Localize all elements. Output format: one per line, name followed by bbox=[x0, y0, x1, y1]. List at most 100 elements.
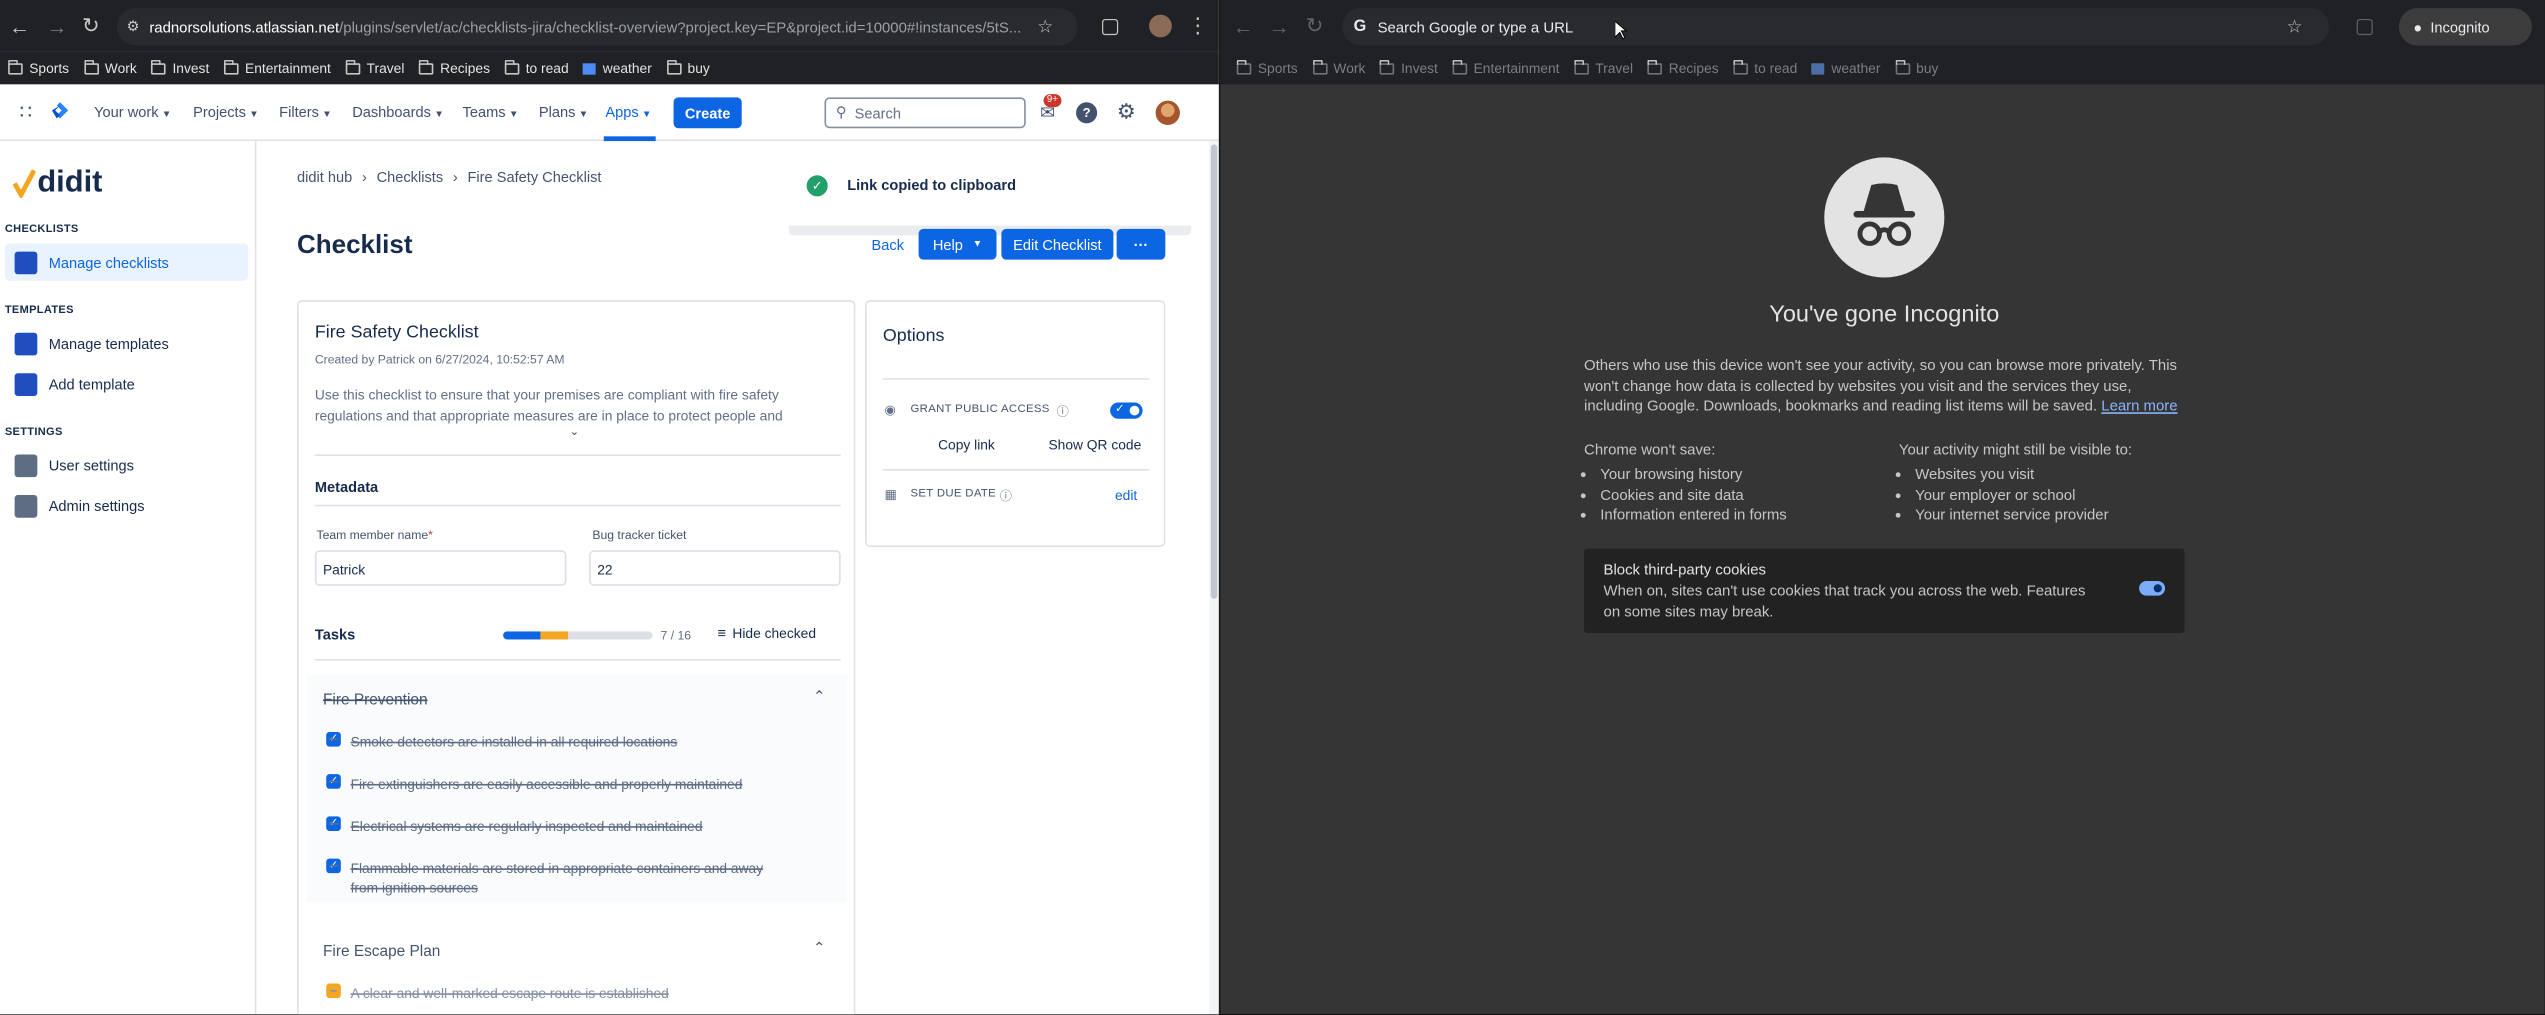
bookmark-invest[interactable]: Invest bbox=[151, 59, 209, 76]
divider bbox=[882, 378, 1150, 380]
address-bar[interactable]: ⚙ radnorsolutions.atlassian.net/plugins/… bbox=[116, 8, 1078, 46]
info-icon[interactable]: ⓘ bbox=[1000, 487, 1012, 505]
site-info-icon[interactable]: ⚙ bbox=[117, 18, 149, 36]
group-title-fire-escape-plan[interactable]: Fire Escape Plan bbox=[323, 943, 440, 961]
bookmark-recipes[interactable]: Recipes bbox=[1647, 59, 1719, 76]
learn-more-link[interactable]: Learn more bbox=[2101, 398, 2177, 414]
bookmark-entertainment[interactable]: Entertainment bbox=[223, 59, 331, 76]
bookmark-work[interactable]: Work bbox=[1312, 59, 1365, 76]
group-title-fire-prevention[interactable]: Fire Prevention bbox=[323, 691, 428, 709]
right-bookmarks-bar: Sports Work Invest Entertainment Travel … bbox=[1220, 51, 2545, 85]
bookmark-sports[interactable]: Sports bbox=[8, 59, 69, 76]
task-item[interactable]: ✓ Electrical systems are regularly inspec… bbox=[326, 816, 789, 835]
bookmark-travel[interactable]: Travel bbox=[1574, 59, 1633, 76]
filter-icon: ≡ bbox=[717, 624, 726, 642]
nav-dashboards[interactable]: Dashboards ▼ bbox=[352, 104, 444, 120]
task-item[interactable]: – A clear and well-marked escape route is… bbox=[326, 983, 789, 1003]
checkbox-checked-icon[interactable]: ✓ bbox=[326, 774, 341, 789]
show-qr-code-button[interactable]: Show QR code bbox=[1048, 437, 1141, 453]
bookmark-sports[interactable]: Sports bbox=[1236, 59, 1298, 76]
edit-checklist-button[interactable]: Edit Checklist bbox=[1001, 228, 1114, 260]
wont-save-heading: Chrome won't save: bbox=[1584, 441, 1716, 458]
extensions-icon[interactable]: ▢ bbox=[1096, 11, 1125, 40]
sidebar-item-manage-checklists[interactable]: Manage checklists bbox=[4, 243, 249, 281]
checkbox-checked-icon[interactable]: ✓ bbox=[326, 858, 341, 874]
task-item[interactable]: ✓ Fire extinguishers are easily accessibl… bbox=[326, 774, 789, 793]
help-icon[interactable]: ? bbox=[1076, 102, 1098, 124]
create-button[interactable]: Create bbox=[673, 97, 742, 129]
bookmark-weather[interactable]: weather bbox=[583, 60, 652, 76]
copy-link-button[interactable]: Copy link bbox=[938, 437, 995, 453]
jira-top-nav: ∷ Your work ▼ Projects ▼ Filters ▼ Dashboar… bbox=[0, 84, 1219, 142]
app-switcher-icon[interactable]: ∷ bbox=[16, 101, 35, 124]
add-template-icon bbox=[14, 372, 38, 396]
scrollbar-thumb[interactable] bbox=[1210, 144, 1218, 599]
menu-kebab-icon[interactable]: ⋮ bbox=[1183, 11, 1212, 40]
forward-icon[interactable]: → bbox=[42, 11, 71, 40]
help-button[interactable]: Help ▼ bbox=[918, 228, 997, 260]
nav-filters[interactable]: Filters ▼ bbox=[279, 104, 332, 120]
forward-icon[interactable]: → bbox=[1264, 11, 1293, 40]
bookmark-to-read[interactable]: to read bbox=[504, 59, 569, 76]
breadcrumb-current[interactable]: Fire Safety Checklist bbox=[468, 169, 602, 185]
folder-icon bbox=[83, 59, 99, 74]
page-scrollbar[interactable] bbox=[1209, 141, 1219, 1015]
nav-plans[interactable]: Plans ▼ bbox=[539, 104, 588, 120]
search-input[interactable]: ⚲ Search bbox=[824, 97, 1026, 129]
checklist-created-info: Created by Patrick on 6/27/2024, 10:52:5… bbox=[314, 352, 565, 367]
folder-icon bbox=[504, 59, 520, 74]
checkbox-checked-icon[interactable]: ✓ bbox=[326, 731, 341, 747]
edit-due-date-link[interactable]: edit bbox=[1115, 487, 1137, 503]
reload-icon[interactable]: ↻ bbox=[1300, 11, 1329, 40]
bug-tracker-field[interactable]: 22 bbox=[589, 550, 841, 586]
bookmark-entertainment[interactable]: Entertainment bbox=[1452, 59, 1560, 76]
breadcrumb-didit-hub[interactable]: didit hub bbox=[297, 169, 352, 185]
jira-logo-icon[interactable] bbox=[50, 101, 69, 124]
bookmark-weather[interactable]: weather bbox=[1811, 60, 1880, 76]
nav-apps[interactable]: Apps ▼ bbox=[605, 104, 651, 120]
omnibox[interactable]: G Search Google or type a URL ☆ bbox=[1342, 8, 2330, 46]
expand-description-icon[interactable]: ⌄ bbox=[570, 425, 580, 438]
sidebar-item-manage-templates[interactable]: Manage templates bbox=[5, 325, 248, 362]
left-bookmarks-bar: Sports Work Invest Entertainment Travel … bbox=[0, 51, 1219, 85]
sidebar-item-user-settings[interactable]: User settings bbox=[5, 446, 248, 483]
sidebar-item-add-template[interactable]: Add template bbox=[5, 365, 248, 402]
nav-your-work[interactable]: Your work ▼ bbox=[94, 104, 171, 120]
sidebar-item-admin-settings[interactable]: Admin settings bbox=[5, 487, 248, 524]
bookmark-travel[interactable]: Travel bbox=[345, 59, 404, 76]
breadcrumb-checklists[interactable]: Checklists bbox=[377, 169, 444, 185]
bookmark-recipes[interactable]: Recipes bbox=[419, 59, 490, 76]
checkbox-partial-icon[interactable]: – bbox=[326, 983, 341, 999]
extensions-icon[interactable]: ▢ bbox=[2350, 11, 2379, 40]
back-icon[interactable]: ← bbox=[5, 11, 34, 40]
nav-projects[interactable]: Projects ▼ bbox=[193, 104, 259, 120]
more-actions-button[interactable]: ··· bbox=[1116, 228, 1166, 260]
collapse-chevron-icon[interactable]: ⌃ bbox=[813, 940, 825, 958]
block-cookies-toggle[interactable] bbox=[2139, 581, 2166, 596]
bookmark-invest[interactable]: Invest bbox=[1379, 59, 1438, 76]
back-button[interactable]: Back bbox=[863, 229, 912, 260]
didit-logo[interactable]: didit bbox=[12, 166, 102, 202]
nav-teams[interactable]: Teams ▼ bbox=[463, 104, 519, 120]
hide-checked-button[interactable]: ≡ Hide checked bbox=[717, 625, 816, 641]
visible-to-heading: Your activity might still be visible to: bbox=[1898, 441, 2133, 458]
bookmark-buy[interactable]: buy bbox=[1895, 59, 1938, 76]
info-icon[interactable]: ⓘ bbox=[1057, 403, 1069, 421]
incognito-profile-button[interactable]: ● Incognito bbox=[2398, 8, 2532, 46]
back-icon[interactable]: ← bbox=[1229, 11, 1258, 40]
bookmark-work[interactable]: Work bbox=[83, 59, 137, 76]
public-access-toggle[interactable]: ✓ bbox=[1110, 402, 1143, 419]
task-item[interactable]: ✓ Smoke detectors are installed in all re… bbox=[326, 731, 789, 751]
reload-icon[interactable]: ↻ bbox=[76, 11, 105, 40]
settings-gear-icon[interactable]: ⚙ bbox=[1115, 99, 1138, 123]
bookmark-star-icon[interactable]: ☆ bbox=[1034, 16, 1057, 37]
task-item[interactable]: ✓ Flammable materials are stored in appro… bbox=[326, 858, 789, 898]
bookmark-buy[interactable]: buy bbox=[666, 59, 710, 76]
bookmark-to-read[interactable]: to read bbox=[1733, 59, 1797, 76]
bookmark-star-icon[interactable]: ☆ bbox=[2286, 16, 2302, 37]
collapse-chevron-icon[interactable]: ⌃ bbox=[813, 688, 825, 706]
user-avatar[interactable] bbox=[1155, 100, 1180, 125]
checkbox-checked-icon[interactable]: ✓ bbox=[326, 816, 341, 831]
profile-avatar[interactable] bbox=[1143, 11, 1179, 40]
team-member-field[interactable]: Patrick bbox=[314, 550, 567, 586]
